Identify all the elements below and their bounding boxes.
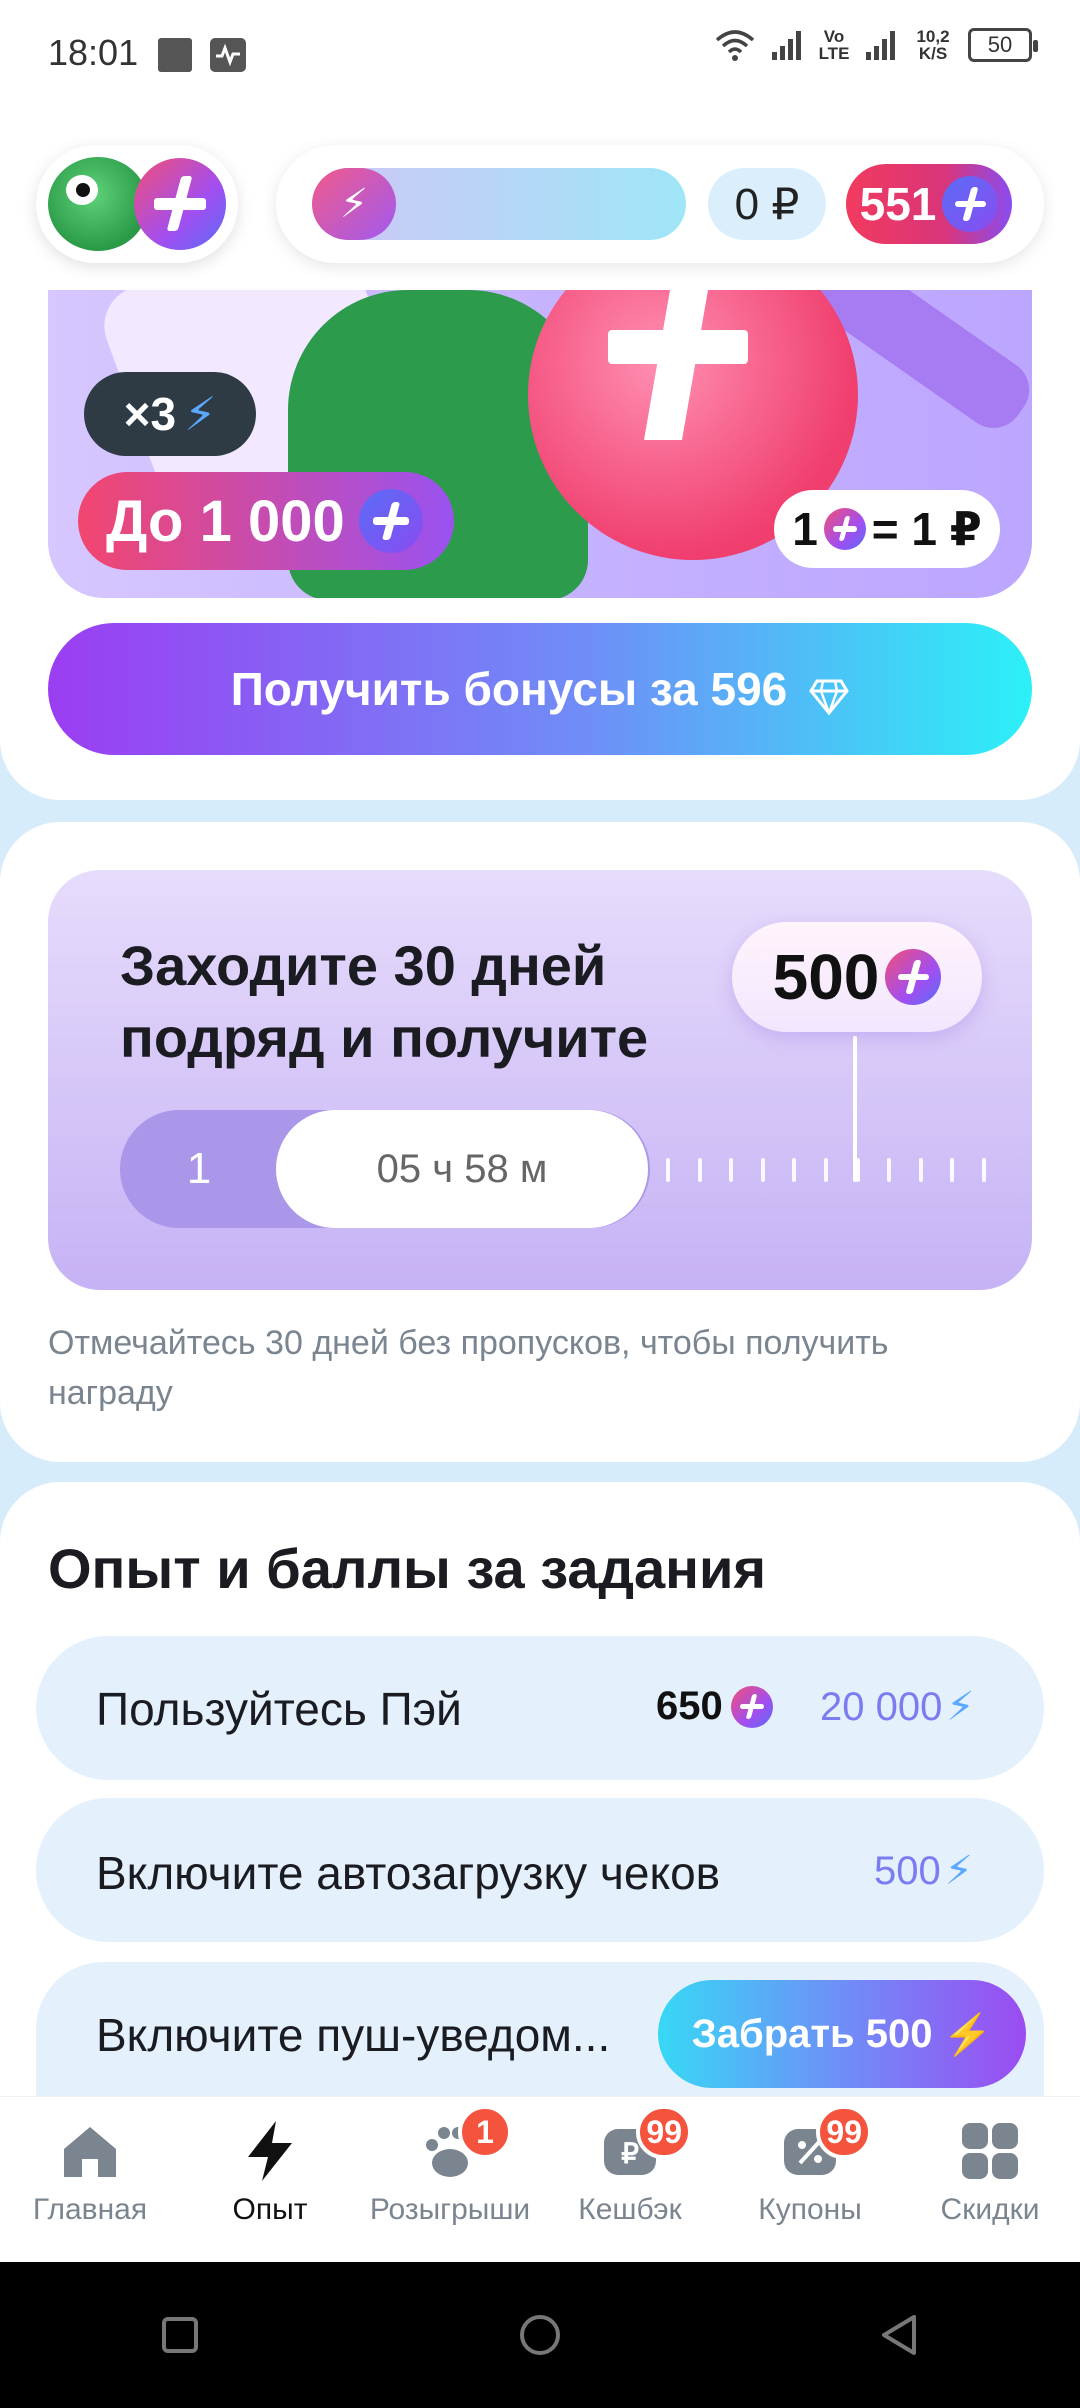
task-label: Включите автозагрузку чеков — [96, 1847, 721, 1899]
plus-coin-icon — [942, 176, 999, 232]
nav-label: Скидки — [940, 2193, 1040, 2226]
tasks-title: Опыт и баллы за задания — [48, 1537, 767, 1600]
signal-icon-2 — [866, 31, 895, 60]
notification-square-icon — [158, 38, 192, 72]
multiplier-text: ×3 — [123, 388, 177, 440]
get-bonus-label: Получить бонусы за 596 — [230, 663, 788, 715]
battery-icon: 50 — [968, 28, 1038, 62]
rate-chip: 1 = 1 ₽ — [774, 490, 1000, 568]
nav-label: Кешбэк — [578, 2193, 682, 2226]
rub-balance[interactable]: 0 ₽ — [708, 168, 826, 240]
claim-button[interactable]: Забрать 500 ⚡ — [658, 1980, 1026, 2088]
bolt-icon: ⚡ — [944, 1849, 973, 1893]
coupon-icon: 99 — [778, 2105, 872, 2183]
crocodile-avatar-icon — [48, 157, 148, 251]
notification-badge: 99 — [636, 2105, 692, 2159]
grid-icon — [958, 2119, 1022, 2183]
plus-coin-icon — [730, 1685, 773, 1728]
nav-label: Главная — [32, 2193, 148, 2226]
streak-timer: 05 ч 58 м — [276, 1110, 648, 1228]
signal-icon — [772, 31, 801, 60]
wifi-icon — [715, 30, 755, 61]
streak-note: Отмечайтесь 30 дней без пропусков, чтобы… — [48, 1324, 889, 1412]
volte-label: Vo LTE — [818, 27, 850, 63]
status-time: 18:01 — [48, 32, 139, 73]
status-right: Vo LTE 10,2 K/S 50 — [714, 27, 1038, 63]
nav-item-cashback[interactable]: ₽ 99 Кешбэк — [540, 2097, 720, 2262]
upto-chip: До 1 000 — [78, 472, 454, 570]
home-icon — [58, 2119, 122, 2183]
back-button[interactable] — [870, 2305, 930, 2365]
home-button[interactable] — [510, 2305, 570, 2365]
get-bonus-button[interactable]: Получить бонусы за 596 — [48, 623, 1032, 755]
multiplier-chip: ×3 ⚡ — [84, 372, 256, 456]
streak-reward-value: 500 — [772, 941, 880, 1013]
upto-text: До 1 000 — [106, 488, 345, 554]
bolt-icon: ⚡ — [946, 1685, 975, 1729]
nav-label: Опыт — [232, 2193, 308, 2226]
streak-reward: 500 — [732, 922, 982, 1032]
svg-text:₽: ₽ — [621, 2138, 639, 2169]
nav-item-experience[interactable]: Опыт — [180, 2097, 360, 2262]
points-value: 551 — [859, 178, 937, 230]
bolt-icon — [238, 2119, 302, 2183]
task-xp: 20 000 ⚡ — [820, 1684, 974, 1730]
notification-badge: 1 — [458, 2105, 512, 2159]
nav-item-home[interactable]: Главная — [0, 2097, 180, 2262]
task-label: Пользуйтесь Пэй — [96, 1683, 462, 1735]
nav-item-discounts[interactable]: Скидки — [900, 2097, 1080, 2262]
rate-right: = 1 ₽ — [871, 503, 982, 555]
diamond-icon — [809, 672, 850, 717]
bolt-icon: ⚡ — [312, 168, 396, 240]
nav-item-coupons[interactable]: 99 Купоны — [720, 2097, 900, 2262]
system-nav-bar — [0, 2262, 1080, 2408]
streak-day: 1 — [186, 1144, 212, 1193]
streak-title: Заходите 30 дней подряд и получите — [120, 934, 649, 1069]
bolt-icon: ⚡ — [184, 388, 217, 440]
task-points: 650 — [656, 1684, 773, 1729]
cashback-icon: ₽ 99 — [598, 2105, 692, 2183]
notification-badge: 99 — [816, 2105, 872, 2159]
bottom-nav: Главная Опыт 1 Розыгрыши ₽ 99 Кешбэк 99 … — [0, 2096, 1080, 2262]
status-bar: 18:01 Vo LTE 10,2 K/S 50 — [0, 0, 1080, 100]
app-logo[interactable] — [36, 145, 238, 263]
plus-coin-icon — [823, 508, 866, 550]
net-speed: 10,2 K/S — [916, 27, 950, 63]
nav-label: Купоны — [758, 2193, 862, 2226]
rate-left: 1 — [792, 503, 818, 555]
nav-label: Розыгрыши — [369, 2193, 531, 2226]
points-balance[interactable]: 551 — [846, 164, 1012, 244]
task-xp: 500 ⚡ — [874, 1848, 973, 1894]
plus-coin-icon — [358, 489, 423, 553]
claim-label: Забрать 500 — [691, 2011, 933, 2056]
task-points-value: 650 — [656, 1684, 723, 1728]
plus-logo-icon — [134, 158, 226, 250]
plus-coin-icon — [885, 949, 942, 1005]
task-label: Включите пуш-уведом... — [96, 2009, 611, 2061]
task-xp-value: 20 000 — [820, 1684, 943, 1729]
nav-item-giveaways[interactable]: 1 Розыгрыши — [360, 2097, 540, 2262]
activity-icon — [210, 38, 246, 72]
paw-icon: 1 — [418, 2105, 512, 2183]
task-xp-value: 500 — [874, 1848, 941, 1893]
streak-ticks — [666, 1158, 986, 1184]
bolt-icon: ⚡ — [942, 2012, 993, 2057]
plus-icon — [608, 290, 748, 440]
recents-button[interactable] — [150, 2305, 210, 2365]
